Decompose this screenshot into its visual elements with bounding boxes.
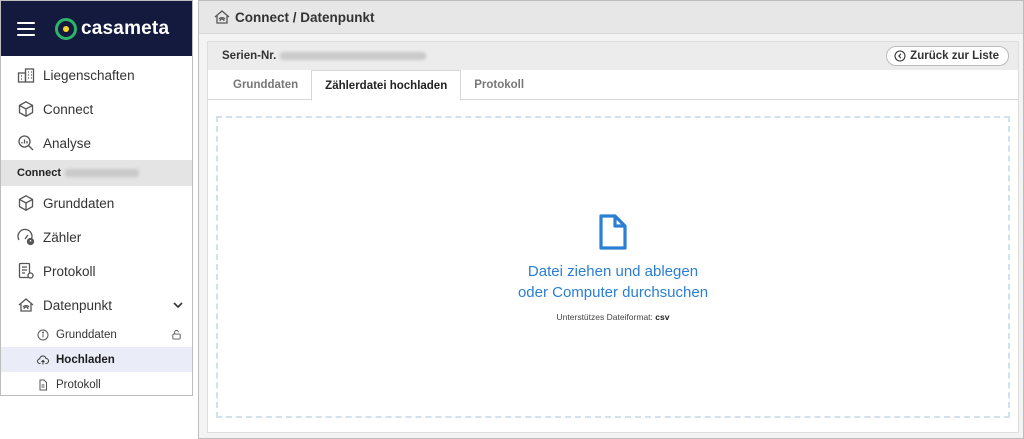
sidebar-item-zaehler[interactable]: Zähler xyxy=(1,220,192,254)
sidebar-subitem-label: Hochladen xyxy=(56,353,115,366)
format-note-prefix: Unterstützes Dateiformat: xyxy=(556,311,653,322)
sidebar-item-label: Liegenschaften xyxy=(43,67,135,83)
tab-bar: Grunddaten Zählerdatei hochladen Protoko… xyxy=(208,70,1018,101)
house-signal-icon xyxy=(17,296,35,314)
logo-text: casameta xyxy=(81,17,170,39)
sidebar-subitem-protokoll[interactable]: Protokoll xyxy=(1,372,192,397)
sidebar-item-label: Grunddaten xyxy=(43,195,115,211)
meter-gauge-icon xyxy=(17,228,35,246)
sidebar-item-label: Datenpunkt xyxy=(43,297,113,313)
sidebar-item-connect[interactable]: Connect xyxy=(1,92,192,126)
sidebar-subitem-grunddaten[interactable]: Grunddaten xyxy=(1,322,192,347)
brand-bar: casameta xyxy=(1,1,192,56)
sidebar-item-protokoll[interactable]: Protokoll xyxy=(1,254,192,288)
dropzone-browse-link[interactable]: oder Computer durchsuchen xyxy=(518,282,708,303)
house-signal-icon xyxy=(213,8,231,26)
cube-icon xyxy=(17,100,35,118)
sidebar-item-label: Analyse xyxy=(43,135,92,151)
page-title: Connect / Datenpunkt xyxy=(235,9,375,25)
content-card: Serien-Nr. Zurück zur Liste Grunddaten Z… xyxy=(207,41,1019,433)
tab-grunddaten[interactable]: Grunddaten xyxy=(220,70,311,100)
info-icon xyxy=(37,329,49,341)
supported-format-note: Unterstützes Dateiformat: csv xyxy=(557,312,670,322)
card-header: Serien-Nr. Zurück zur Liste xyxy=(208,42,1018,70)
back-to-list-button[interactable]: Zurück zur Liste xyxy=(886,46,1009,66)
sidebar-item-label: Connect xyxy=(43,101,94,117)
format-value: csv xyxy=(655,311,670,322)
logo[interactable]: casameta xyxy=(55,17,170,40)
sidebar-subitem-hochladen[interactable]: Hochladen xyxy=(1,347,192,372)
sidebar-item-liegenschaften[interactable]: Liegenschaften xyxy=(1,58,192,92)
dropzone-drag-text: Datei ziehen und ablegen xyxy=(527,262,699,280)
sidebar-item-label: Protokoll xyxy=(43,263,96,279)
sidebar-subitem-label: Protokoll xyxy=(56,378,101,391)
app-frame: casameta Liegenschaften Connect Analyse … xyxy=(0,0,1024,439)
tab-protokoll[interactable]: Protokoll xyxy=(461,70,537,100)
page-header: Connect / Datenpunkt xyxy=(199,1,1023,34)
sidebar-item-label: Zähler xyxy=(43,229,82,245)
serial-label: Serien-Nr. xyxy=(222,50,277,62)
chevron-down-icon[interactable] xyxy=(172,299,184,311)
unlock-icon xyxy=(172,329,181,340)
file-icon xyxy=(599,213,627,250)
file-dropzone[interactable]: Datei ziehen und ablegen oder Computer d… xyxy=(216,116,1010,418)
hamburger-menu-icon[interactable] xyxy=(17,21,35,36)
tab-zaehlerdatei-hochladen[interactable]: Zählerdatei hochladen xyxy=(311,70,462,101)
section-label: Connect xyxy=(17,167,61,179)
cloud-upload-icon xyxy=(37,354,49,366)
back-button-label: Zurück zur Liste xyxy=(910,50,999,62)
main-panel: Connect / Datenpunkt Serien-Nr. Zurück z… xyxy=(198,0,1024,439)
document-icon xyxy=(37,379,49,391)
redacted-serial xyxy=(280,52,427,60)
circle-chevron-left-icon xyxy=(894,50,906,62)
redacted-serial xyxy=(65,169,139,177)
sidebar: casameta Liegenschaften Connect Analyse … xyxy=(0,0,193,396)
logo-mark-icon xyxy=(55,17,77,40)
sidebar-item-datenpunkt[interactable]: Datenpunkt xyxy=(1,288,192,322)
analytics-search-icon xyxy=(17,134,35,152)
sidebar-item-analyse[interactable]: Analyse xyxy=(1,126,192,160)
sidebar-item-grunddaten[interactable]: Grunddaten xyxy=(1,186,192,220)
buildings-icon xyxy=(17,66,35,84)
sidebar-subitem-label: Grunddaten xyxy=(56,328,117,341)
cube-icon xyxy=(17,194,35,212)
document-list-icon xyxy=(17,262,35,280)
sidebar-section-connect: Connect xyxy=(1,160,192,186)
